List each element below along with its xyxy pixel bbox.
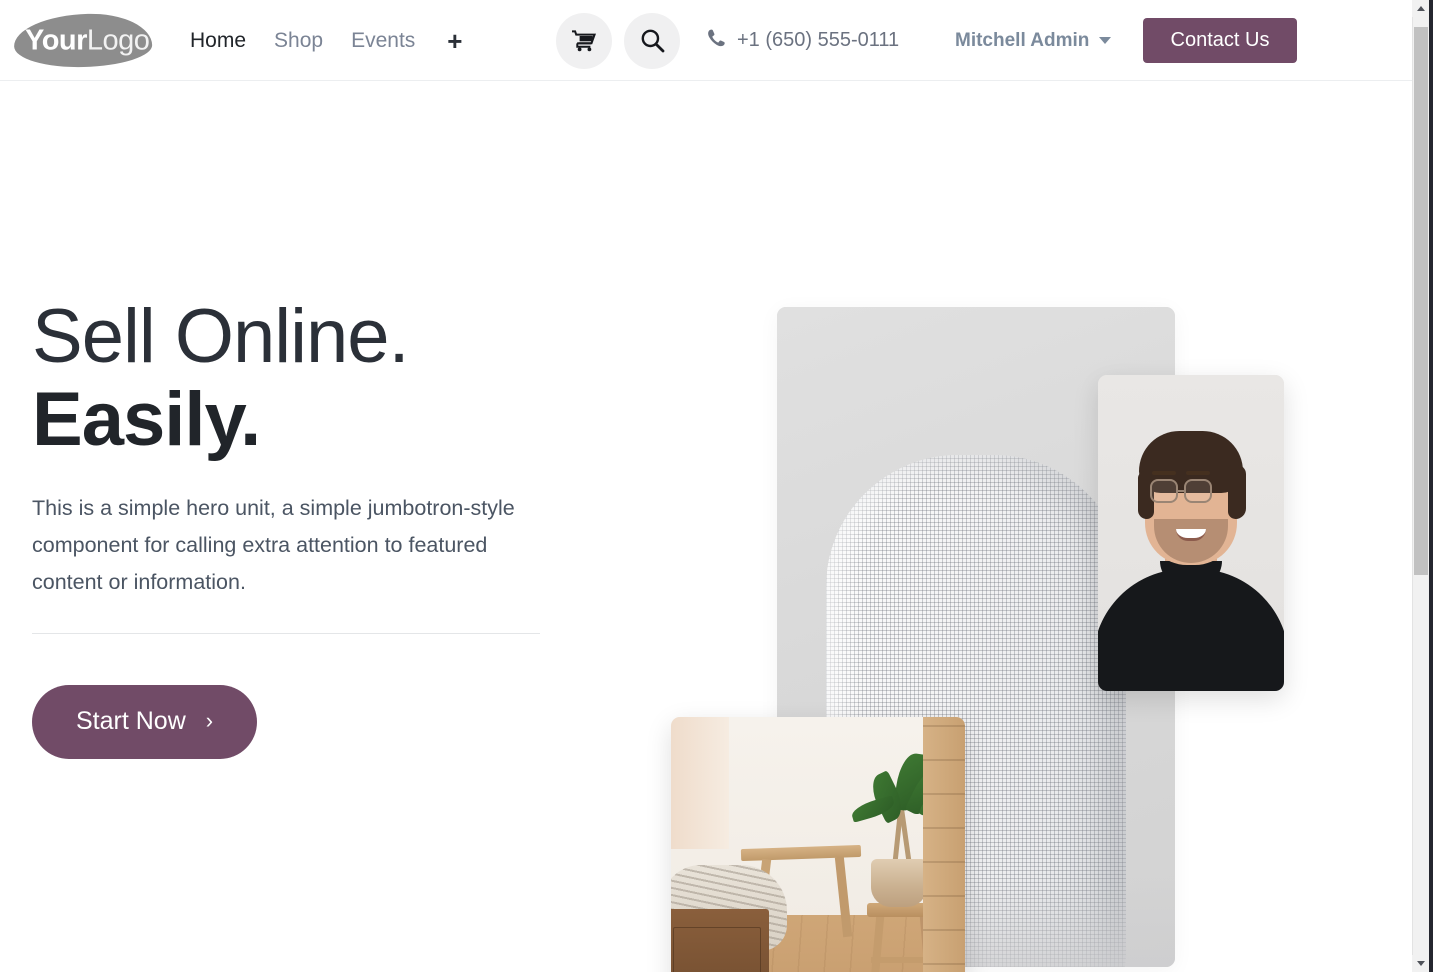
shopping-cart-icon[interactable] bbox=[556, 12, 612, 69]
user-name: Mitchell Admin bbox=[955, 29, 1090, 51]
nav-item-shop[interactable]: Shop bbox=[274, 30, 341, 51]
phone-number: +1 (650) 555-0111 bbox=[737, 29, 900, 51]
portrait-hair-right bbox=[1228, 465, 1246, 519]
bedroom-plant-pot bbox=[871, 859, 927, 907]
bedroom-curtain bbox=[671, 717, 729, 849]
search-icon[interactable] bbox=[624, 12, 680, 69]
scroll-up-arrow[interactable] bbox=[1412, 0, 1429, 17]
bedroom-bed-frame bbox=[671, 909, 769, 972]
start-now-button[interactable]: Start Now › bbox=[32, 684, 258, 759]
user-menu[interactable]: Mitchell Admin bbox=[955, 0, 1112, 81]
hero-divider bbox=[32, 632, 540, 634]
window-right-edge bbox=[1429, 0, 1433, 972]
main-navigation: Home Shop Events + bbox=[190, 0, 462, 81]
portrait-glasses-bridge bbox=[1178, 489, 1186, 492]
plus-icon[interactable]: + bbox=[447, 28, 462, 54]
logo-bold-part: Your bbox=[25, 24, 87, 56]
triangle-up-icon bbox=[1416, 6, 1425, 11]
portrait-image bbox=[1098, 375, 1284, 691]
hero-section: Sell Online. Easily. This is a simple he… bbox=[0, 81, 1412, 972]
portrait-glasses-right bbox=[1184, 479, 1212, 503]
logo-light-part: Logo bbox=[86, 24, 150, 56]
phone-contact[interactable]: +1 (650) 555-0111 bbox=[706, 0, 899, 81]
bedroom-image bbox=[671, 717, 965, 972]
vertical-scrollbar-thumb[interactable] bbox=[1414, 27, 1428, 575]
nav-item-home[interactable]: Home bbox=[190, 30, 264, 51]
hero-subtitle: This is a simple hero unit, a simple jum… bbox=[32, 495, 515, 594]
hero-image-collage bbox=[660, 211, 1360, 972]
hero-copy: Sell Online. Easily. This is a simple he… bbox=[32, 297, 572, 759]
browser-viewport: YourLogo Home Shop Events + +1 (650) 555… bbox=[0, 0, 1433, 972]
chevron-right-icon: › bbox=[205, 708, 214, 734]
portrait-brow-left bbox=[1152, 471, 1176, 475]
chevron-down-icon bbox=[1099, 37, 1112, 44]
bedroom-wooden-panel bbox=[923, 717, 965, 972]
portrait-brow-right bbox=[1186, 471, 1210, 475]
scroll-down-arrow[interactable] bbox=[1412, 955, 1429, 972]
hero-title-line-1: Sell Online. bbox=[32, 294, 410, 379]
hero-title-line-2: Easily. bbox=[32, 377, 261, 463]
nav-item-events[interactable]: Events bbox=[351, 30, 433, 51]
triangle-down-icon bbox=[1416, 961, 1425, 966]
phone-icon bbox=[706, 28, 726, 53]
logo-text: YourLogo bbox=[25, 24, 150, 56]
start-now-label: Start Now bbox=[76, 706, 186, 735]
site-header: YourLogo Home Shop Events + +1 (650) 555… bbox=[0, 0, 1412, 81]
contact-us-button[interactable]: Contact Us bbox=[1143, 18, 1297, 63]
brand-logo[interactable]: YourLogo bbox=[13, 9, 153, 72]
portrait-glasses-left bbox=[1150, 479, 1178, 503]
header-action-icons bbox=[556, 0, 680, 81]
website-page: YourLogo Home Shop Events + +1 (650) 555… bbox=[0, 0, 1412, 972]
